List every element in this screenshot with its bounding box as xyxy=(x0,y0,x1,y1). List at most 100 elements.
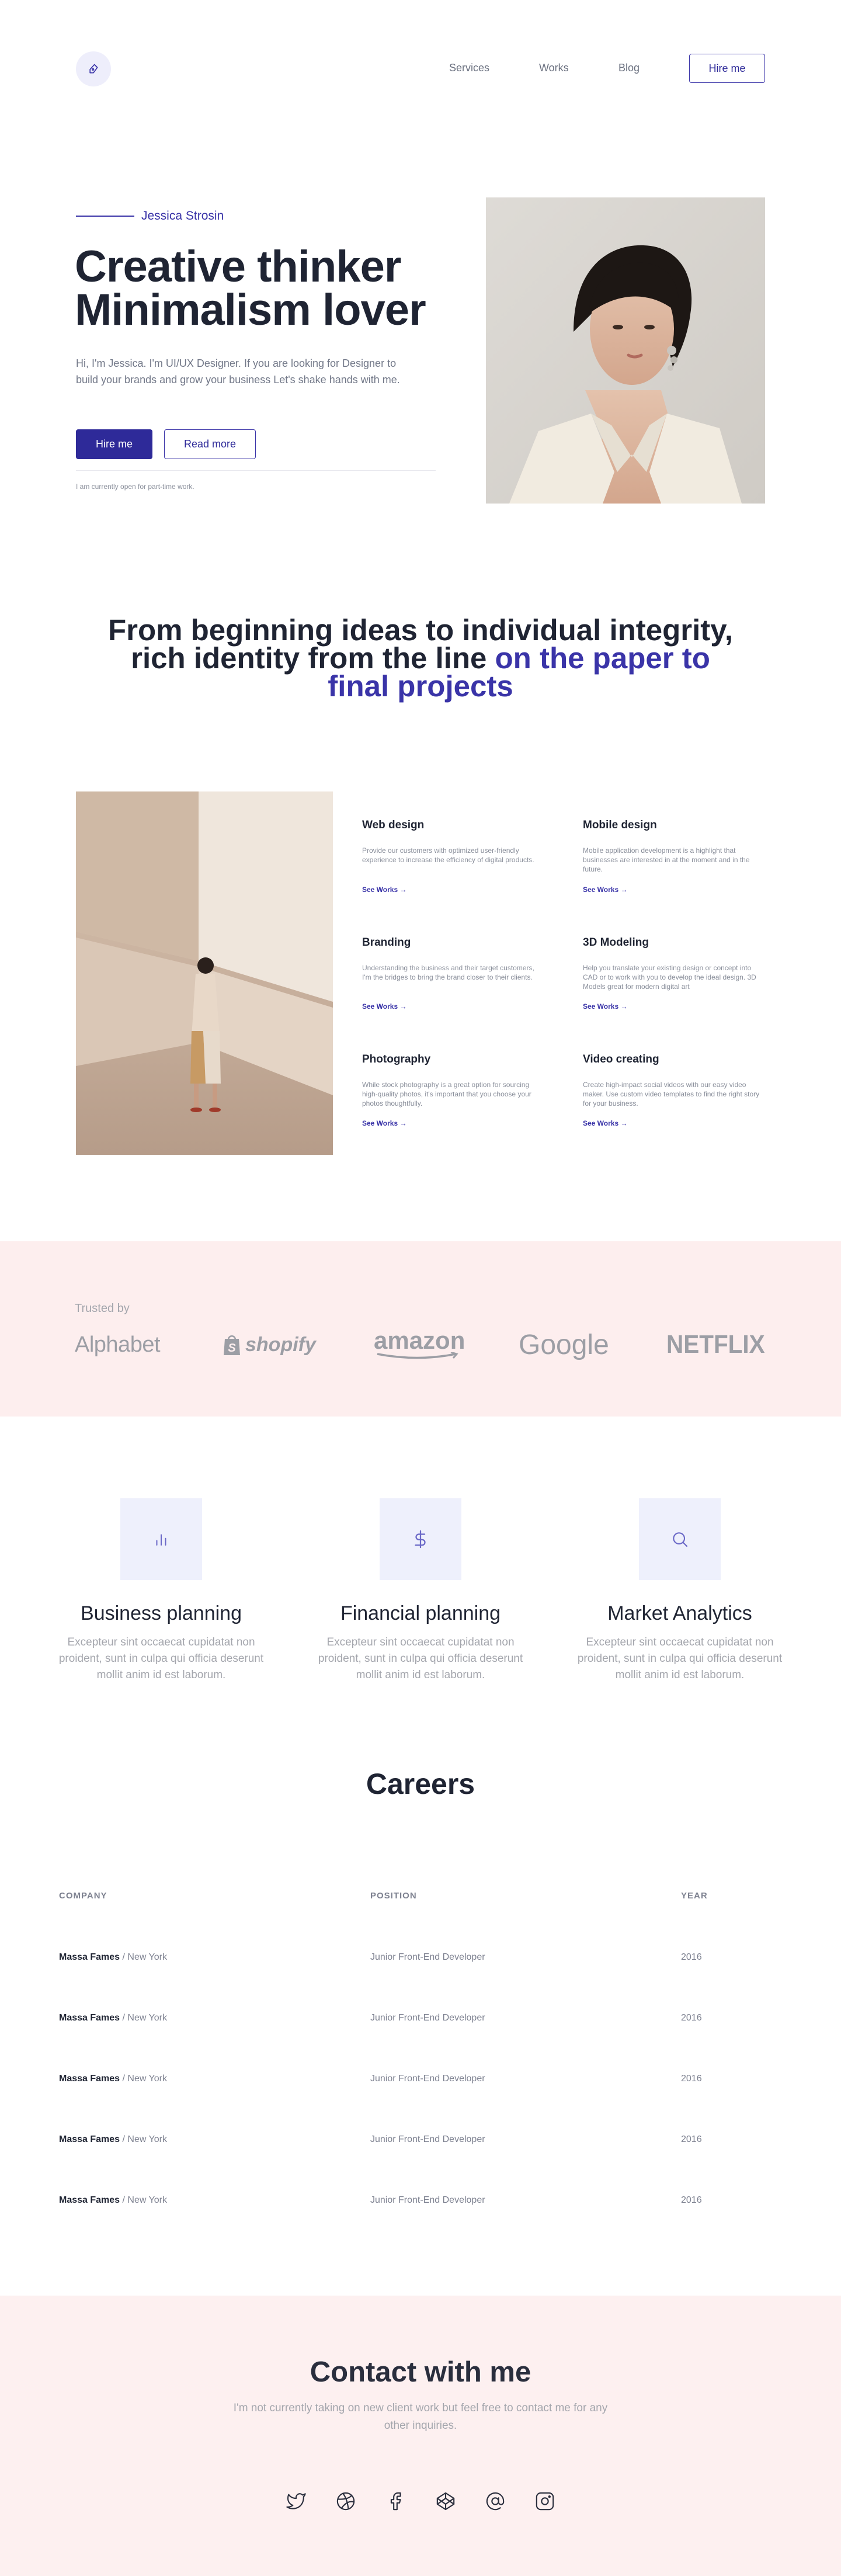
facebook-link[interactable] xyxy=(384,2490,407,2513)
nav-link-works[interactable]: Works xyxy=(539,62,569,74)
arrow-right-icon: → xyxy=(620,1002,628,1011)
company-location: / New York xyxy=(120,2134,168,2144)
netflix-logo: NETFLIX xyxy=(666,1325,765,1365)
feature-title-financial-planning: Financial planning xyxy=(340,1602,501,1624)
google-logo-text: Google xyxy=(519,1329,609,1360)
see-works-link-video-creating[interactable]: See Works → xyxy=(583,1119,628,1127)
table-row-company: Massa Fames / New York xyxy=(59,2134,167,2145)
service-title-photography: Photography xyxy=(362,1053,431,1065)
shopify-logo-text: shopify xyxy=(245,1333,316,1356)
twitter-link[interactable] xyxy=(284,2490,308,2513)
careers-header-company: COMPANY xyxy=(59,1891,107,1901)
amazon-logo-text: amazon xyxy=(374,1327,465,1354)
see-works-link-mobile-design[interactable]: See Works → xyxy=(583,886,628,894)
company-name: Massa Fames xyxy=(59,2134,120,2144)
svg-text:S: S xyxy=(228,1342,236,1355)
table-row-position: Junior Front-End Developer xyxy=(370,2013,485,2023)
service-title-video-creating: Video creating xyxy=(583,1053,659,1065)
amazon-logo: amazon xyxy=(374,1325,465,1365)
page: Services Works Blog Hire me Jessica Stro… xyxy=(0,0,841,2576)
arrow-right-icon: → xyxy=(620,1119,628,1127)
feature-desc-business-planning: Excepteur sint occaecat cupidatat non pr… xyxy=(58,1636,264,1681)
table-row-position: Junior Front-End Developer xyxy=(370,2195,485,2205)
pen-nib-icon xyxy=(89,64,98,74)
service-desc-photography: While stock photography is a great optio… xyxy=(362,1081,531,1108)
feature-desc-financial-planning: Excepteur sint occaecat cupidatat non pr… xyxy=(318,1636,523,1681)
see-works-link-3d-modeling[interactable]: See Works → xyxy=(583,1002,628,1011)
table-row-position: Junior Front-End Developer xyxy=(370,2134,485,2144)
contact-title: Contact with me xyxy=(310,2356,531,2388)
see-works-label: See Works xyxy=(583,1002,619,1011)
facebook-icon xyxy=(390,2492,401,2511)
read-more-button[interactable]: Read more xyxy=(164,429,256,459)
logo[interactable] xyxy=(76,51,111,86)
service-title-branding: Branding xyxy=(362,936,411,949)
nav-link-blog[interactable]: Blog xyxy=(618,62,640,74)
see-works-label: See Works xyxy=(362,886,398,894)
hero-title-line2: Minimalism lover xyxy=(75,285,426,335)
nav-link-services[interactable]: Services xyxy=(449,62,489,74)
arrow-right-icon: → xyxy=(620,886,628,894)
table-row-company: Massa Fames / New York xyxy=(59,2013,167,2023)
amazon-smile-icon xyxy=(377,1352,458,1359)
codepen-icon xyxy=(436,2492,455,2511)
availability-note: I am currently open for part-time work. xyxy=(76,482,194,491)
service-desc-branding: Understanding the business and their tar… xyxy=(362,964,534,981)
portrait-photo xyxy=(486,197,765,504)
company-location: / New York xyxy=(120,2013,168,2023)
company-location: / New York xyxy=(120,2195,168,2205)
company-location: / New York xyxy=(120,2074,168,2084)
see-works-label: See Works xyxy=(362,1119,398,1127)
table-row-year: 2016 xyxy=(681,2134,702,2144)
shopify-bag-icon: S xyxy=(224,1335,240,1355)
arrow-right-icon: → xyxy=(399,1002,407,1011)
google-logo: Google xyxy=(519,1325,609,1365)
company-name: Massa Fames xyxy=(59,1952,120,1962)
table-row-position: Junior Front-End Developer xyxy=(370,2074,485,2084)
table-row-year: 2016 xyxy=(681,2074,702,2084)
dollar-icon xyxy=(415,1530,426,1549)
see-works-label: See Works xyxy=(362,1002,398,1011)
dribbble-icon xyxy=(336,2492,355,2511)
table-row-year: 2016 xyxy=(681,2013,702,2023)
twitter-icon xyxy=(286,2493,306,2509)
dribbble-link[interactable] xyxy=(334,2490,357,2513)
hero-name: Jessica Strosin xyxy=(141,209,224,223)
see-works-link-photography[interactable]: See Works → xyxy=(362,1119,407,1127)
company-name: Massa Fames xyxy=(59,2074,120,2084)
hire-me-nav-button[interactable]: Hire me xyxy=(689,54,765,83)
services-photo xyxy=(76,791,333,1155)
careers-header-position: POSITION xyxy=(370,1891,417,1901)
see-works-link-web-design[interactable]: See Works → xyxy=(362,886,407,894)
contact-section xyxy=(0,2296,841,2576)
financial-planning-icon-box xyxy=(380,1498,461,1580)
company-location: / New York xyxy=(120,1952,168,1962)
careers-title: Careers xyxy=(366,1768,475,1800)
alphabet-logo-text: Alphabet xyxy=(75,1332,161,1357)
shopify-logo: S shopify xyxy=(222,1325,316,1365)
at-icon xyxy=(486,2492,505,2511)
codepen-link[interactable] xyxy=(434,2490,457,2513)
table-row-company: Massa Fames / New York xyxy=(59,2195,167,2206)
hero-title: Creative thinker Minimalism lover xyxy=(75,245,449,332)
table-row-position: Junior Front-End Developer xyxy=(370,1952,485,1962)
company-name: Massa Fames xyxy=(59,2195,120,2205)
table-row-year: 2016 xyxy=(681,2195,702,2205)
feature-title-business-planning: Business planning xyxy=(81,1602,242,1624)
email-link[interactable] xyxy=(484,2490,507,2513)
see-works-link-branding[interactable]: See Works → xyxy=(362,1002,407,1011)
service-title-mobile-design: Mobile design xyxy=(583,819,657,831)
statement-line2-accent: on the paper to xyxy=(495,641,710,675)
service-desc-video-creating: Create high-impact social videos with ou… xyxy=(583,1081,760,1108)
see-works-label: See Works xyxy=(583,886,619,894)
careers-header-year: YEAR xyxy=(681,1891,708,1901)
instagram-link[interactable] xyxy=(533,2490,557,2513)
search-icon xyxy=(673,1532,688,1547)
hire-me-button[interactable]: Hire me xyxy=(76,429,152,459)
netflix-logo-text: NETFLIX xyxy=(666,1330,765,1359)
statement-line3-accent: final projects xyxy=(328,669,513,703)
table-row-year: 2016 xyxy=(681,1952,702,1962)
alphabet-logo: Alphabet xyxy=(75,1325,161,1365)
feature-title-market-analytics: Market Analytics xyxy=(607,1602,752,1624)
see-works-label: See Works xyxy=(583,1119,619,1127)
